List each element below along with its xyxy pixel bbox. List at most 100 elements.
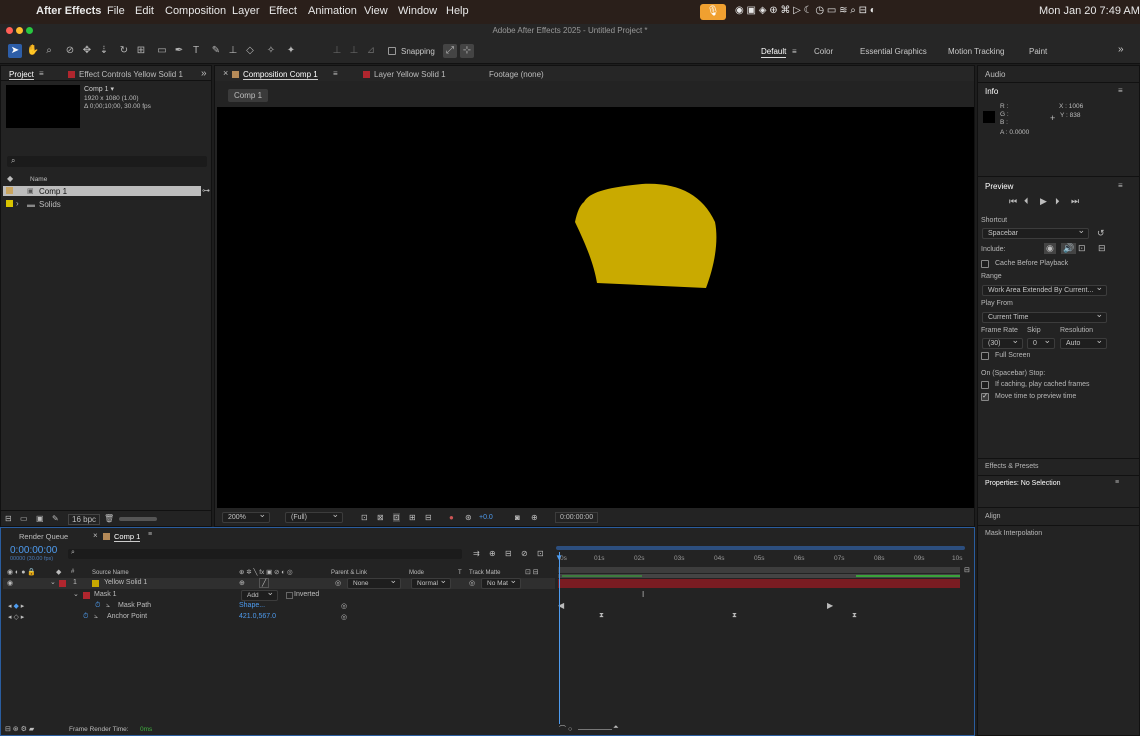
clone-stamp-tool-icon[interactable]: ⊥ bbox=[226, 44, 240, 58]
close-window-button[interactable] bbox=[6, 27, 13, 34]
col-t[interactable]: T bbox=[458, 570, 462, 576]
frame-blend-icon[interactable]: ⊘ bbox=[521, 549, 528, 558]
color-management-icon[interactable]: ● bbox=[449, 513, 454, 522]
first-frame-icon[interactable]: ⏮ bbox=[1009, 196, 1017, 207]
time-navigator[interactable] bbox=[556, 546, 965, 550]
tab-project[interactable]: Project bbox=[9, 70, 34, 80]
snap-option2-icon[interactable]: ⊹ bbox=[460, 44, 474, 58]
status-icons[interactable]: ◉ ▣ ◈ ⊕ ⌘ ▷ ☾ ◷ ▭ ≋ ⌕ ⊟ ◐ bbox=[735, 5, 876, 16]
yellow-solid-shape[interactable] bbox=[217, 107, 974, 508]
pan-tool-icon[interactable]: ✥ bbox=[80, 44, 94, 58]
snapping-checkbox[interactable] bbox=[388, 47, 396, 55]
inverted-checkbox[interactable] bbox=[286, 592, 293, 599]
layer-duration-bar[interactable] bbox=[558, 579, 960, 588]
project-item-comp1[interactable]: ▣ Comp 1 bbox=[3, 186, 201, 196]
exposure-value[interactable]: +0.0 bbox=[479, 514, 493, 521]
track-matte-dropdown[interactable]: No Mat bbox=[481, 576, 521, 589]
properties-menu-icon[interactable]: ≡ bbox=[1115, 479, 1119, 486]
pickwhip-icon[interactable]: ◎ bbox=[335, 579, 341, 587]
pickwhip-icon[interactable]: ◎ bbox=[341, 613, 347, 621]
minimize-window-button[interactable] bbox=[16, 27, 23, 34]
label-tag-icon[interactable]: ◆ bbox=[7, 174, 13, 183]
magnification-dropdown[interactable]: 200% bbox=[222, 510, 270, 523]
col-parent-link[interactable]: Parent & Link bbox=[331, 570, 367, 576]
col-mode[interactable]: Mode bbox=[409, 570, 424, 576]
axis-view-icon[interactable]: ⊿ bbox=[364, 44, 378, 58]
menu-view[interactable]: View bbox=[364, 5, 388, 17]
comp-breadcrumb[interactable]: Comp 1 bbox=[228, 89, 269, 102]
trash-icon[interactable]: 🗑 bbox=[104, 514, 114, 523]
comp-marker-icon[interactable]: ⊟ bbox=[964, 566, 970, 574]
resolution-dropdown-preview[interactable]: Auto bbox=[1060, 336, 1107, 349]
previous-frame-icon[interactable]: ⏴ bbox=[1024, 196, 1029, 207]
menu-composition[interactable]: Composition bbox=[165, 5, 226, 17]
eraser-tool-icon[interactable]: ◇ bbox=[243, 44, 257, 58]
timeline-search-input[interactable]: ⌕ bbox=[68, 549, 462, 559]
play-from-dropdown[interactable]: Current Time bbox=[982, 310, 1107, 323]
graph-icon[interactable]: ⦣ bbox=[106, 602, 110, 610]
draft-3d-icon[interactable]: ⊕ bbox=[489, 549, 496, 558]
align-header[interactable]: Align bbox=[985, 513, 1001, 520]
keyframe-1[interactable]: ⧗ bbox=[599, 612, 604, 620]
show-snapshot-icon[interactable]: ⊕ bbox=[531, 513, 538, 522]
transparency-grid-icon[interactable]: ⊠ bbox=[377, 513, 384, 522]
microphone-icon[interactable]: 🎙 bbox=[700, 4, 726, 20]
channel-icon[interactable]: ⊟ bbox=[425, 513, 432, 522]
include-video-icon[interactable]: ◉ bbox=[1044, 243, 1056, 254]
mask-visibility-icon[interactable]: ⊡ bbox=[393, 513, 400, 522]
eye-icon[interactable]: ◉ bbox=[7, 579, 13, 587]
hand-tool-icon[interactable]: ✋ bbox=[26, 44, 40, 58]
snapshot-icon[interactable]: ◙ bbox=[515, 513, 520, 522]
info-panel-header[interactable]: Info bbox=[985, 87, 998, 96]
comp-info-name[interactable]: Comp 1 ▾ bbox=[84, 85, 114, 93]
more-tabs-icon[interactable]: » bbox=[201, 68, 207, 79]
anchor-point-row[interactable]: ◂ ◇ ▸ ⏱ ⦣ Anchor Point 421.0,567.0 ◎ bbox=[3, 612, 555, 623]
skip-dropdown[interactable]: 0 bbox=[1027, 336, 1055, 349]
anchor-point-value[interactable]: 421.0,567.0 bbox=[239, 613, 276, 620]
roto-brush-tool-icon[interactable]: ✧ bbox=[264, 44, 278, 58]
mask-mode-dropdown[interactable]: Add bbox=[241, 588, 278, 601]
col-track-matte[interactable]: Track Matte bbox=[469, 570, 500, 576]
menu-animation[interactable]: Animation bbox=[308, 5, 357, 17]
pickwhip-icon[interactable]: ◎ bbox=[341, 602, 347, 610]
thumbnail-slider[interactable] bbox=[119, 517, 157, 521]
mode-dropdown[interactable]: Normal bbox=[411, 576, 451, 589]
keyframe-end[interactable]: ▶ bbox=[827, 601, 833, 610]
menu-edit[interactable]: Edit bbox=[135, 5, 154, 17]
project-menu-icon[interactable]: ≡ bbox=[39, 69, 44, 78]
work-area-bar[interactable] bbox=[558, 567, 960, 573]
shy-switch-icon[interactable]: ⊕ bbox=[239, 579, 245, 587]
playhead-icon[interactable]: ▼ bbox=[555, 553, 563, 562]
clock[interactable]: Mon Jan 20 7:49 AM bbox=[1039, 5, 1140, 17]
keyframe-3[interactable]: ⧗ bbox=[852, 612, 857, 620]
menu-effect[interactable]: Effect bbox=[269, 5, 297, 17]
pan-behind-tool-icon[interactable]: ⊞ bbox=[134, 44, 148, 58]
viewer-menu-icon[interactable]: ≡ bbox=[333, 69, 338, 78]
mask-interpolation-header[interactable]: Mask Interpolation bbox=[985, 530, 1042, 537]
comp-flowchart-icon[interactable]: ⇉ bbox=[473, 549, 480, 558]
tab-effect-controls[interactable]: Effect Controls Yellow Solid 1 bbox=[68, 70, 183, 79]
mask-color[interactable] bbox=[83, 592, 90, 599]
menu-layer[interactable]: Layer bbox=[232, 5, 260, 17]
av-switches-icons[interactable]: ◉ ◐ ● 🔒 bbox=[7, 568, 36, 576]
flowchart-icon[interactable]: ⊶ bbox=[202, 186, 210, 195]
twirl-down-icon[interactable]: ⌄ bbox=[73, 590, 79, 598]
menu-file[interactable]: File bbox=[107, 5, 125, 17]
timeline-menu-icon[interactable]: ≡ bbox=[148, 531, 152, 538]
full-screen-checkbox[interactable] bbox=[981, 352, 989, 360]
frame-rate-dropdown[interactable]: (30) bbox=[982, 336, 1023, 349]
mask-row[interactable]: ⌄ Mask 1 Add Inverted bbox=[3, 588, 555, 601]
zoom-in-icon[interactable]: ⏶ bbox=[613, 724, 619, 732]
axis-world-icon[interactable]: ⊥ bbox=[347, 44, 361, 58]
include-overlays-icon[interactable]: ⊡ bbox=[1078, 243, 1086, 254]
layer-row[interactable]: ◉ ⌄ 1 Yellow Solid 1 ⊕ ╱ ◎ None Normal ◎… bbox=[3, 576, 555, 589]
last-frame-icon[interactable]: ⏭ bbox=[1071, 196, 1079, 207]
next-frame-icon[interactable]: ⏵ bbox=[1055, 196, 1060, 207]
mask-name[interactable]: Mask 1 bbox=[94, 591, 117, 598]
workspace-default[interactable]: Default bbox=[761, 47, 787, 58]
interpret-footage-icon[interactable]: ⊟ bbox=[5, 514, 12, 523]
dolly-tool-icon[interactable]: ⇣ bbox=[97, 44, 111, 58]
label-col-icon[interactable]: ◆ bbox=[56, 568, 61, 576]
rotation-tool-icon[interactable]: ↻ bbox=[117, 44, 131, 58]
keyframe-nav-icons[interactable]: ◂ ◇ ▸ bbox=[8, 613, 24, 621]
